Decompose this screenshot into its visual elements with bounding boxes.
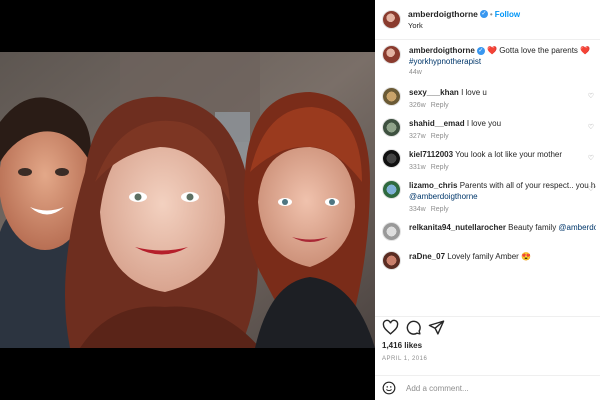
- comment-text: sexy___khan I love u: [409, 87, 596, 98]
- comment-time[interactable]: 327w: [409, 133, 426, 140]
- comment-body: Lovely family Amber 😍: [447, 252, 532, 261]
- comment-text: relkanita94_nutellarocher Beauty family …: [409, 222, 596, 233]
- reply-button[interactable]: Reply: [431, 164, 449, 171]
- comment-body: Parents with all of your respect.. you h…: [459, 181, 596, 190]
- author-avatar[interactable]: [382, 45, 401, 64]
- author-avatar[interactable]: [382, 10, 401, 29]
- separator-dot: •: [489, 9, 493, 19]
- add-comment-input[interactable]: [406, 383, 586, 393]
- caption-item: amberdoigthorne ✓ ❤️ Gotta love the paren…: [375, 45, 600, 76]
- comment-body: You look a lot like your mother: [455, 150, 562, 159]
- follow-button[interactable]: Follow: [495, 10, 520, 19]
- like-comment-heart-icon[interactable]: ♡: [588, 154, 594, 162]
- commenter-avatar[interactable]: [382, 87, 401, 106]
- post-location[interactable]: York: [408, 20, 520, 31]
- comment-item: sexy___khan I love u 326w Reply ♡: [375, 87, 600, 109]
- post-actions: [375, 316, 600, 338]
- caption-meta: 44w: [409, 69, 596, 76]
- verified-badge-icon: ✓: [479, 10, 488, 19]
- comment-mention[interactable]: @amberdoigthorne: [558, 223, 596, 232]
- like-comment-heart-icon[interactable]: ♡: [588, 185, 594, 193]
- comment-item: shahid__emad I love you 327w Reply ♡: [375, 118, 600, 140]
- comment-text: raDne_07 Lovely family Amber 😍: [409, 251, 596, 262]
- add-comment-bar: [375, 375, 600, 400]
- comment-meta: 326w Reply: [409, 102, 596, 109]
- verified-badge-icon: ✓: [476, 46, 485, 55]
- comment-meta: 334w Reply: [409, 206, 596, 213]
- media-panel: [0, 0, 375, 400]
- comments-list[interactable]: amberdoigthorne ✓ ❤️ Gotta love the paren…: [375, 40, 600, 312]
- comment-body: Beauty family: [508, 223, 559, 232]
- like-comment-heart-icon[interactable]: ♡: [588, 92, 594, 100]
- caption-body: ❤️ Gotta love the parents ❤️: [487, 46, 591, 55]
- comment-username[interactable]: sexy___khan: [409, 88, 459, 97]
- comment-icon[interactable]: [405, 319, 422, 336]
- comment-item: kiel7112003 You look a lot like your mot…: [375, 149, 600, 171]
- comment-username[interactable]: relkanita94_nutellarocher: [409, 223, 506, 232]
- comment-item: raDne_07 Lovely family Amber 😍: [375, 251, 600, 270]
- share-icon[interactable]: [428, 319, 445, 336]
- post-details-panel: amberdoigthorne ✓ • Follow York amberdoigth…: [375, 0, 600, 400]
- comment-username[interactable]: kiel7112003: [409, 150, 453, 159]
- comment-username[interactable]: shahid__emad: [409, 119, 465, 128]
- comment-text: shahid__emad I love you: [409, 118, 596, 129]
- comment-time[interactable]: 326w: [409, 102, 426, 109]
- comment-body: I love you: [466, 119, 502, 128]
- comment-text: lizamo_chris Parents with all of your re…: [409, 180, 596, 191]
- like-comment-heart-icon[interactable]: ♡: [588, 123, 594, 131]
- comment-mention[interactable]: @amberdoigthorne: [409, 192, 478, 201]
- reply-button[interactable]: Reply: [431, 102, 449, 109]
- heart-icon[interactable]: [382, 319, 399, 336]
- comment-text: kiel7112003 You look a lot like your mot…: [409, 149, 596, 160]
- comment-username[interactable]: lizamo_chris: [409, 181, 457, 190]
- caption-username[interactable]: amberdoigthorne: [409, 46, 475, 55]
- comment-time[interactable]: 331w: [409, 164, 426, 171]
- caption-text: amberdoigthorne ✓ ❤️ Gotta love the paren…: [409, 45, 596, 56]
- caption-time[interactable]: 44w: [409, 69, 422, 76]
- comment-meta: 331w Reply: [409, 164, 596, 171]
- instagram-post-viewer: amberdoigthorne ✓ • Follow York amberdoigth…: [0, 0, 600, 400]
- post-date[interactable]: APRIL 1, 2016: [382, 356, 427, 362]
- likes-count[interactable]: 1,416 likes: [382, 341, 422, 350]
- header-text: amberdoigthorne ✓ • Follow York: [408, 9, 520, 31]
- commenter-avatar[interactable]: [382, 118, 401, 137]
- commenter-avatar[interactable]: [382, 180, 401, 199]
- comment-item: lizamo_chris Parents with all of your re…: [375, 180, 600, 213]
- post-photo[interactable]: [0, 52, 375, 348]
- comment-item: relkanita94_nutellarocher Beauty family …: [375, 222, 600, 241]
- caption-hashtag[interactable]: #yorkhypnotherapist: [409, 56, 596, 67]
- commenter-avatar[interactable]: [382, 222, 401, 241]
- commenter-avatar[interactable]: [382, 149, 401, 168]
- comment-time[interactable]: 334w: [409, 206, 426, 213]
- comment-meta: 327w Reply: [409, 133, 596, 140]
- comment-body: I love u: [461, 88, 487, 97]
- emoji-icon[interactable]: [382, 381, 396, 395]
- author-username[interactable]: amberdoigthorne: [408, 9, 478, 19]
- comment-username[interactable]: raDne_07: [409, 252, 445, 261]
- comment-continuation: @amberdoigthorne: [409, 191, 596, 202]
- post-header: amberdoigthorne ✓ • Follow York: [375, 0, 600, 40]
- reply-button[interactable]: Reply: [431, 133, 449, 140]
- commenter-avatar[interactable]: [382, 251, 401, 270]
- family-selfie-image: [0, 52, 375, 348]
- reply-button[interactable]: Reply: [431, 206, 449, 213]
